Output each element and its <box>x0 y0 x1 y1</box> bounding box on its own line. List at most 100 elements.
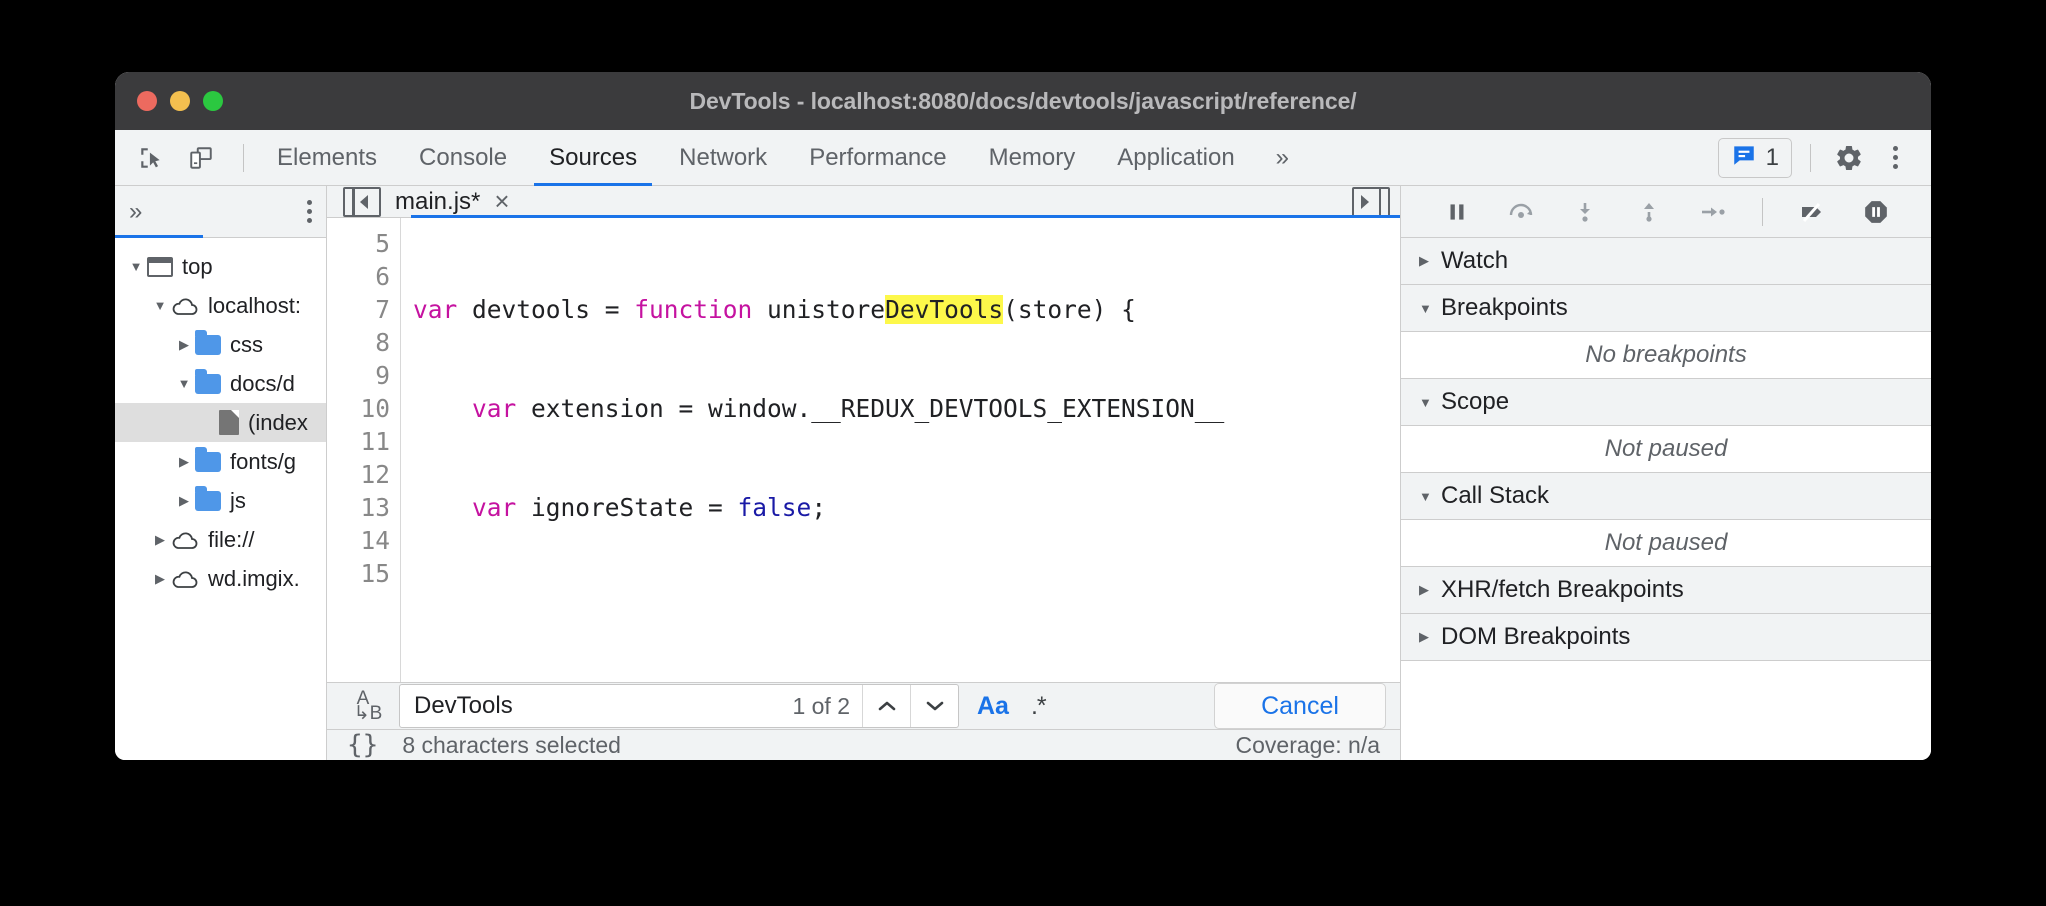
cancel-button[interactable]: Cancel <box>1214 683 1386 729</box>
collapsed-triangle-icon[interactable]: ▶ <box>1419 629 1441 645</box>
folder-icon <box>195 452 221 472</box>
deactivate-breakpoints-icon[interactable] <box>1795 195 1829 229</box>
section-title: Breakpoints <box>1441 294 1568 322</box>
search-match-count: 1 of 2 <box>780 685 862 727</box>
coverage-status: Coverage: n/a <box>1236 732 1380 759</box>
folder-icon <box>195 374 221 394</box>
tree-item-localhost[interactable]: ▼ localhost: <box>115 286 326 325</box>
pretty-print-icon[interactable]: {} <box>347 730 378 760</box>
expanded-triangle-icon[interactable]: ▼ <box>1419 301 1441 316</box>
step-into-icon[interactable] <box>1568 195 1602 229</box>
show-debugger-icon[interactable] <box>1352 187 1390 217</box>
devtools-window: DevTools - localhost:8080/docs/devtools/… <box>115 72 1931 760</box>
match-case-toggle[interactable]: Aa <box>973 692 1013 721</box>
tree-item-file-protocol[interactable]: ▶ file:// <box>115 520 326 559</box>
breakpoints-empty-message: No breakpoints <box>1401 332 1931 379</box>
tab-performance[interactable]: Performance <box>788 130 967 185</box>
collapsed-triangle-icon[interactable]: ▶ <box>173 337 195 353</box>
device-toolbar-icon[interactable] <box>181 138 221 178</box>
collapsed-triangle-icon[interactable]: ▶ <box>1419 253 1441 269</box>
editor-status-bar: {} 8 characters selected Coverage: n/a <box>327 729 1400 760</box>
maximize-window-button[interactable] <box>203 91 223 111</box>
tree-item-css[interactable]: ▶ css <box>115 325 326 364</box>
minimize-window-button[interactable] <box>170 91 190 111</box>
line-number-gutter: 5 6 7 8 9 10 11 12 13 14 15 <box>327 218 401 682</box>
tree-item-wd-imgix[interactable]: ▶ wd.imgix. <box>115 559 326 598</box>
close-window-button[interactable] <box>137 91 157 111</box>
navigator-toolbar: » <box>115 186 326 238</box>
section-title: Scope <box>1441 388 1509 416</box>
debugger-toolbar <box>1401 186 1931 238</box>
frame-icon <box>147 257 173 277</box>
pause-script-icon[interactable] <box>1440 195 1474 229</box>
kebab-icon[interactable] <box>1875 138 1915 178</box>
section-call-stack[interactable]: ▼ Call Stack <box>1401 473 1931 520</box>
tab-network[interactable]: Network <box>658 130 788 185</box>
editor-file-tab[interactable]: main.js* × <box>395 186 510 217</box>
search-next-button[interactable] <box>910 685 958 727</box>
code-line <box>413 590 1400 623</box>
tree-item-label: wd.imgix. <box>208 566 300 592</box>
step-over-icon[interactable] <box>1504 195 1538 229</box>
tabstrip-right-icons: 1 <box>1718 130 1931 185</box>
issues-icon <box>1731 142 1757 173</box>
line-number: 13 <box>327 491 390 524</box>
tree-item-label: css <box>230 332 263 358</box>
code-editor[interactable]: 5 6 7 8 9 10 11 12 13 14 15 var devtools… <box>327 218 1400 682</box>
close-icon[interactable]: × <box>494 186 509 217</box>
tab-elements[interactable]: Elements <box>256 130 398 185</box>
tree-item-js[interactable]: ▶ js <box>115 481 326 520</box>
expanded-triangle-icon[interactable]: ▼ <box>1419 395 1441 410</box>
navigator-more-chevron-icon[interactable]: » <box>129 198 142 226</box>
step-icon[interactable] <box>1696 195 1730 229</box>
window-titlebar: DevTools - localhost:8080/docs/devtools/… <box>115 72 1931 130</box>
navigator-kebab-icon[interactable] <box>307 200 312 223</box>
tabstrip-left-icons <box>115 130 256 185</box>
tree-item-index[interactable]: ▶ (index <box>115 403 326 442</box>
tab-application[interactable]: Application <box>1096 130 1255 185</box>
expanded-triangle-icon[interactable]: ▼ <box>1419 489 1441 504</box>
tab-memory[interactable]: Memory <box>968 130 1097 185</box>
section-scope[interactable]: ▼ Scope <box>1401 379 1931 426</box>
expanded-triangle-icon[interactable]: ▼ <box>149 298 171 313</box>
toolbar-divider-right <box>1810 144 1811 172</box>
debugger-toolbar-divider <box>1762 198 1763 226</box>
tree-item-docs[interactable]: ▼ docs/d <box>115 364 326 403</box>
tree-item-fonts[interactable]: ▶ fonts/g <box>115 442 326 481</box>
tab-console[interactable]: Console <box>398 130 528 185</box>
expanded-triangle-icon[interactable]: ▼ <box>173 376 195 391</box>
devtools-tabstrip: Elements Console Sources Network Perform… <box>115 130 1931 186</box>
inspect-element-icon[interactable] <box>131 138 171 178</box>
code-content[interactable]: var devtools = function unistoreDevTools… <box>401 218 1400 682</box>
pause-on-exceptions-icon[interactable] <box>1859 195 1893 229</box>
editor-pane: main.js* × 5 6 7 8 9 10 11 12 13 14 15 <box>327 186 1401 760</box>
regex-toggle[interactable]: .* <box>1027 692 1050 721</box>
issues-button[interactable]: 1 <box>1718 138 1792 178</box>
section-xhr-fetch-breakpoints[interactable]: ▶ XHR/fetch Breakpoints <box>1401 567 1931 614</box>
section-title: Watch <box>1441 247 1508 275</box>
debugger-sidebar: ▶ Watch ▼ Breakpoints No breakpoints ▼ S… <box>1401 186 1931 760</box>
section-breakpoints[interactable]: ▼ Breakpoints <box>1401 285 1931 332</box>
collapsed-triangle-icon[interactable]: ▶ <box>149 532 171 548</box>
collapsed-triangle-icon[interactable]: ▶ <box>173 493 195 509</box>
expanded-triangle-icon[interactable]: ▼ <box>125 259 147 274</box>
collapsed-triangle-icon[interactable]: ▶ <box>173 454 195 470</box>
more-tabs-chevron-icon[interactable]: » <box>1256 130 1309 185</box>
search-field[interactable]: DevTools 1 of 2 <box>399 684 959 728</box>
call-stack-empty-message: Not paused <box>1401 520 1931 567</box>
section-dom-breakpoints[interactable]: ▶ DOM Breakpoints <box>1401 614 1931 661</box>
search-prev-button[interactable] <box>862 685 910 727</box>
tree-item-top[interactable]: ▼ top <box>115 247 326 286</box>
search-input[interactable]: DevTools <box>400 685 780 727</box>
show-navigator-icon[interactable] <box>343 187 381 217</box>
step-out-icon[interactable] <box>1632 195 1666 229</box>
tree-item-label: js <box>230 488 246 514</box>
collapsed-triangle-icon[interactable]: ▶ <box>149 571 171 587</box>
cloud-icon <box>171 296 199 316</box>
line-number: 11 <box>327 425 390 458</box>
tab-sources[interactable]: Sources <box>528 130 658 185</box>
section-watch[interactable]: ▶ Watch <box>1401 238 1931 285</box>
traffic-lights <box>137 91 223 111</box>
collapsed-triangle-icon[interactable]: ▶ <box>1419 582 1441 598</box>
gear-icon[interactable] <box>1829 138 1869 178</box>
